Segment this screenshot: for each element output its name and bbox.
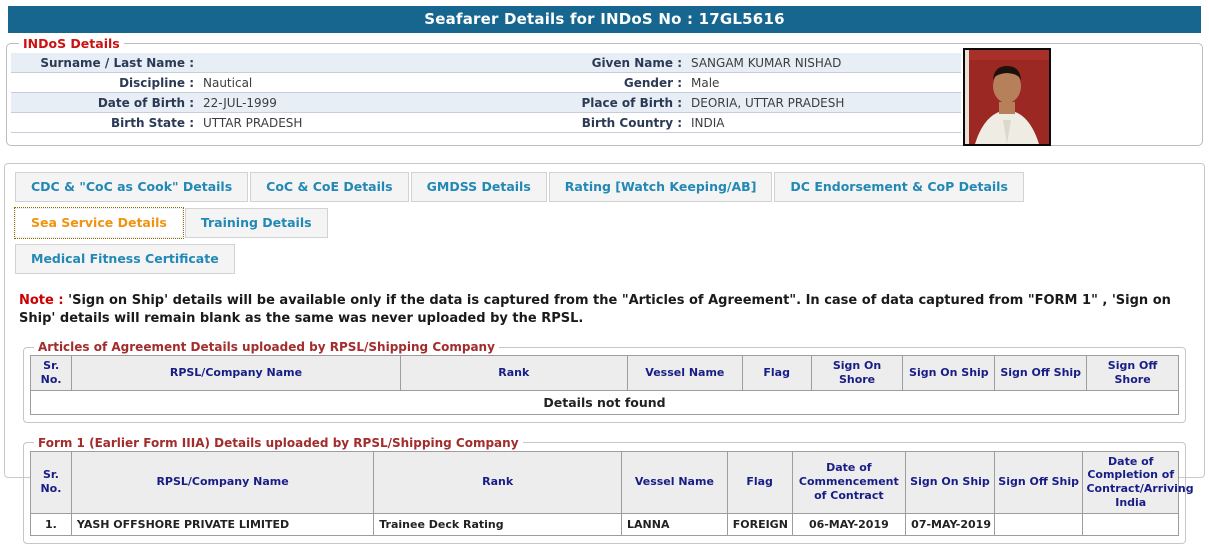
col-flag: Flag — [726, 450, 793, 514]
detail-row-birth-date-place: Date of Birth : 22-JUL-1999 Place of Bir… — [11, 93, 961, 113]
cell-date-of-completion — [1082, 512, 1179, 536]
col-sign-on-ship: Sign On Ship — [905, 450, 995, 514]
birth-country-value: INDIA — [691, 116, 725, 130]
tab-cdc-coc-as-cook-details[interactable]: CDC & "CoC as Cook" Details — [15, 172, 249, 202]
note-text: Note : 'Sign on Ship' details will be av… — [19, 292, 1190, 327]
detail-row-discipline-gender: Discipline : Nautical Gender : Male — [11, 73, 961, 93]
col-sign-off-shore: Sign Off Shore — [1086, 355, 1179, 391]
form1-table-header-row: Sr. No. RPSL/Company Name Rank Vessel Na… — [30, 450, 1194, 514]
page-title: Seafarer Details for INDoS No : 17GL5616 — [8, 6, 1201, 33]
surname-label: Surname / Last Name : — [40, 56, 194, 70]
col-sign-off-ship: Sign Off Ship — [993, 450, 1084, 514]
cell-vessel-name: LANNA — [621, 512, 728, 536]
seafarer-photo — [963, 48, 1051, 146]
col-date-of-commencement: Date of Commencement of Contract — [791, 450, 907, 514]
cell-sr-no: 1. — [30, 512, 72, 536]
tab-medical-fitness-certificate[interactable]: Medical Fitness Certificate — [15, 244, 235, 274]
articles-table-header-row: Sr. No. RPSL/Company Name Rank Vessel Na… — [29, 355, 1179, 391]
detail-row-birth-state-country: Birth State : UTTAR PRADESH Birth Countr… — [11, 113, 961, 133]
indos-detail-rows: Surname / Last Name : Given Name : SANGA… — [11, 53, 961, 133]
detail-row-name: Surname / Last Name : Given Name : SANGA… — [11, 53, 961, 73]
col-sr-no: Sr. No. — [29, 355, 73, 391]
col-sign-off-ship: Sign Off Ship — [994, 355, 1088, 391]
col-flag: Flag — [741, 355, 812, 391]
note-prefix: Note : — [19, 293, 64, 308]
birth-state-label: Birth State : — [111, 116, 194, 130]
gender-value: Male — [691, 76, 720, 90]
given-name-label: Given Name : — [591, 56, 682, 70]
tab-training-details[interactable]: Training Details — [184, 208, 328, 238]
tab-rating-watch-keeping-ab[interactable]: Rating [Watch Keeping/AB] — [548, 172, 773, 202]
col-date-of-completion: Date of Completion of Contract/Arriving … — [1082, 450, 1194, 514]
form1-section: Form 1 (Earlier Form IIIA) Details uploa… — [23, 435, 1194, 544]
col-sign-on-ship: Sign On Ship — [902, 355, 996, 391]
note-body: 'Sign on Ship' details will be available… — [19, 293, 1171, 326]
col-rpsl-company-name: RPSL/Company Name — [71, 355, 401, 391]
tabs-content-panel: CDC & "CoC as Cook" Details CoC & CoE Det… — [4, 163, 1205, 544]
discipline-value: Nautical — [203, 76, 253, 90]
col-rank: Rank — [399, 355, 628, 391]
cell-date-of-commencement: 06-MAY-2019 — [791, 512, 907, 536]
col-sign-on-shore: Sign On Shore — [810, 355, 904, 391]
birth-state-value: UTTAR PRADESH — [203, 116, 303, 130]
tab-sea-service-details[interactable]: Sea Service Details — [14, 207, 184, 239]
cell-rpsl-company-name: YASH OFFSHORE PRIVATE LIMITED — [70, 512, 375, 536]
col-rank: Rank — [373, 450, 623, 514]
tab-coc-coe-details[interactable]: CoC & CoE Details — [250, 172, 409, 202]
details-not-found-message: Details not found — [30, 389, 1179, 415]
cell-sign-off-ship — [993, 512, 1084, 536]
col-vessel-name: Vessel Name — [621, 450, 728, 514]
date-of-birth-value: 22-JUL-1999 — [203, 96, 277, 110]
cell-sign-on-ship: 07-MAY-2019 — [905, 512, 995, 536]
articles-table-empty-row: Details not found — [30, 389, 1179, 415]
articles-of-agreement-legend: Articles of Agreement Details uploaded b… — [38, 340, 495, 355]
seafarer-details-page: Seafarer Details for INDoS No : 17GL5616… — [0, 6, 1209, 544]
form1-table: Sr. No. RPSL/Company Name Rank Vessel Na… — [30, 450, 1194, 536]
birth-country-label: Birth Country : — [581, 116, 682, 130]
cell-flag: FOREIGN — [726, 512, 793, 536]
tab-gmdss-details[interactable]: GMDSS Details — [410, 172, 547, 202]
col-sr-no: Sr. No. — [30, 450, 72, 514]
seafarer-photo-image — [965, 50, 1049, 144]
surname-value — [201, 53, 577, 72]
form1-table-row: 1. YASH OFFSHORE PRIVATE LIMITED Trainee… — [30, 512, 1179, 536]
col-vessel-name: Vessel Name — [626, 355, 743, 391]
indos-details-legend: INDoS Details — [23, 36, 120, 51]
discipline-label: Discipline : — [119, 76, 194, 90]
form1-legend: Form 1 (Earlier Form IIIA) Details uploa… — [38, 435, 519, 450]
articles-of-agreement-section: Articles of Agreement Details uploaded b… — [23, 340, 1186, 423]
cell-rank: Trainee Deck Rating — [373, 512, 623, 536]
articles-of-agreement-table: Sr. No. RPSL/Company Name Rank Vessel Na… — [29, 355, 1179, 415]
col-rpsl-company-name: RPSL/Company Name — [70, 450, 375, 514]
given-name-value: SANGAM KUMAR NISHAD — [691, 56, 842, 70]
date-of-birth-label: Date of Birth : — [97, 96, 194, 110]
gender-label: Gender : — [623, 76, 682, 90]
tab-bar: CDC & "CoC as Cook" Details CoC & CoE Det… — [14, 172, 1194, 280]
place-of-birth-label: Place of Birth : — [581, 96, 682, 110]
place-of-birth-value: DEORIA, UTTAR PRADESH — [691, 96, 845, 110]
tab-dc-endorsement-cop-details[interactable]: DC Endorsement & CoP Details — [774, 172, 1024, 202]
